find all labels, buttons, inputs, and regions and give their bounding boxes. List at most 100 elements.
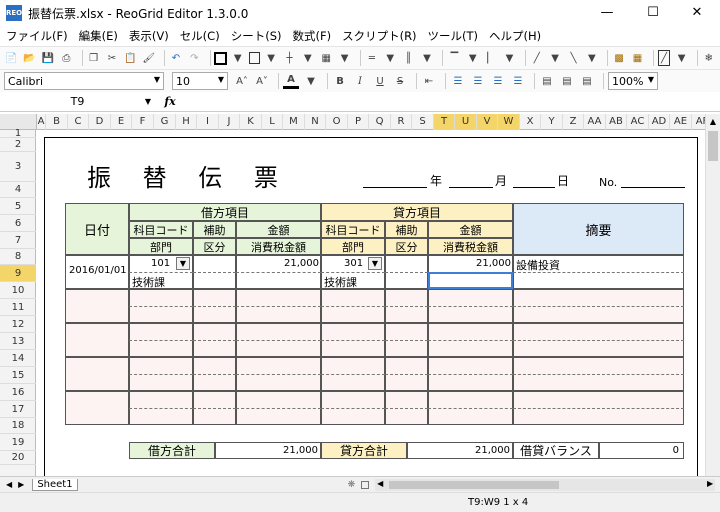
column-header-cell[interactable]: N — [305, 114, 326, 130]
column-header-cell[interactable]: M — [283, 114, 305, 130]
slash-line-icon[interactable]: ╱ — [530, 50, 544, 66]
column-header-cell[interactable]: D — [89, 114, 111, 130]
column-header-cell[interactable]: O — [326, 114, 348, 130]
font-size-select[interactable]: 10 ▼ — [172, 72, 228, 90]
maximize-button[interactable]: ☐ — [630, 0, 676, 26]
dropdown-arrow-icon[interactable]: ▼ — [231, 50, 245, 66]
undo-icon[interactable]: ↶ — [169, 50, 183, 66]
column-header-cell[interactable]: C — [68, 114, 89, 130]
scroll-up-icon[interactable]: ▲ — [706, 114, 720, 129]
column-header-cell[interactable]: Q — [369, 114, 391, 130]
menu-sheet[interactable]: シート(S) — [231, 28, 282, 44]
cut-icon[interactable]: ✂ — [105, 50, 119, 66]
row-header-cell[interactable]: 14 — [0, 350, 36, 367]
border-center-icon[interactable]: ║ — [401, 50, 415, 66]
column-header-cell[interactable]: AB — [606, 114, 627, 130]
column-header-cell[interactable]: AD — [649, 114, 670, 130]
column-header-cell[interactable]: G — [154, 114, 176, 130]
dropdown-arrow-icon[interactable]: ▼ — [176, 257, 190, 270]
minimize-button[interactable]: — — [584, 0, 630, 26]
column-header-cell[interactable]: A — [37, 114, 46, 130]
font-grow-icon[interactable]: A˄ — [234, 73, 250, 89]
dropdown-arrow-icon[interactable]: ▼ — [264, 50, 278, 66]
backslash-line-icon[interactable]: ╲ — [566, 50, 580, 66]
column-header-cell[interactable]: K — [240, 114, 262, 130]
column-header-cell[interactable]: AA — [584, 114, 606, 130]
border-cross-icon[interactable]: ┼ — [282, 50, 296, 66]
zoom-select[interactable]: 100% ▼ — [608, 72, 658, 90]
border-left-icon[interactable]: ▏ — [484, 50, 498, 66]
dropdown-arrow-icon[interactable]: ▼ — [674, 50, 688, 66]
column-header-cell[interactable]: T — [434, 114, 455, 130]
sheet-area[interactable]: 振 替 伝 票 年 月 日 No. 日付 借方項目 貸方項目 摘要 科目コード … — [37, 130, 705, 476]
border-middle-icon[interactable]: ═ — [365, 50, 379, 66]
dropdown-arrow-icon[interactable]: ▼ — [548, 50, 562, 66]
column-header-cell[interactable]: P — [348, 114, 369, 130]
column-header-cell[interactable]: X — [520, 114, 541, 130]
dropdown-arrow-icon[interactable]: ▼ — [383, 50, 397, 66]
row-header-cell[interactable]: 20 — [0, 451, 36, 465]
text-color-icon[interactable]: A — [283, 73, 299, 89]
menu-file[interactable]: ファイル(F) — [6, 28, 68, 44]
voucher-entry-cell[interactable] — [65, 391, 129, 425]
cell-slash-icon[interactable]: ╱ — [657, 50, 671, 66]
sheet-tab[interactable]: Sheet1 — [32, 478, 78, 491]
menu-cell[interactable]: セル(C) — [180, 28, 220, 44]
row-header-cell[interactable]: 15 — [0, 367, 36, 384]
column-header-cell[interactable]: S — [412, 114, 434, 130]
voucher-entry-cell[interactable] — [65, 323, 129, 357]
column-header-cell[interactable]: V — [477, 114, 498, 130]
scroll-left-icon[interactable]: ◀ — [377, 479, 383, 488]
row-header-cell[interactable]: 19 — [0, 434, 36, 451]
dropdown-arrow-icon[interactable]: ▼ — [420, 50, 434, 66]
row-header-cell[interactable]: 6 — [0, 215, 36, 232]
debit-code-value[interactable]: 101 — [151, 258, 170, 269]
column-header-cell[interactable]: Z — [563, 114, 584, 130]
row-header-cell[interactable]: 16 — [0, 384, 36, 401]
function-icon[interactable]: fx — [155, 95, 185, 108]
dropdown-arrow-icon[interactable]: ▼ — [368, 257, 382, 270]
column-header-cell[interactable]: B — [46, 114, 68, 130]
border-top-icon[interactable]: ▔ — [447, 50, 461, 66]
row-header-cell[interactable]: 1 — [0, 129, 36, 139]
column-header-cell[interactable]: L — [262, 114, 283, 130]
dropdown-arrow-icon[interactable]: ▼ — [301, 50, 315, 66]
column-header-cell[interactable]: W — [498, 114, 520, 130]
credit-code-value[interactable]: 301 — [344, 258, 363, 269]
new-file-icon[interactable]: 📄 — [4, 50, 18, 66]
vertical-scrollbar[interactable]: ▲ — [705, 114, 720, 476]
row-header-cell[interactable]: 13 — [0, 333, 36, 350]
scroll-right-icon[interactable]: ▶ — [707, 479, 713, 488]
column-header-cell[interactable]: AE — [670, 114, 692, 130]
dropdown-arrow-icon[interactable]: ▼ — [303, 73, 319, 89]
wrap-text-icon[interactable]: ⇤ — [421, 73, 437, 89]
close-button[interactable]: ✕ — [674, 0, 720, 26]
strikethrough-icon[interactable]: S — [392, 73, 408, 89]
menu-edit[interactable]: 編集(E) — [79, 28, 118, 44]
font-shrink-icon[interactable]: A˅ — [254, 73, 270, 89]
row-header-cell[interactable]: 12 — [0, 316, 36, 333]
valign-middle-icon[interactable]: ▤ — [559, 73, 575, 89]
row-header-cell[interactable]: 9 — [0, 265, 36, 282]
menu-formula[interactable]: 数式(F) — [292, 28, 331, 44]
menu-help[interactable]: ヘルプ(H) — [489, 28, 541, 44]
dropdown-arrow-icon[interactable]: ▼ — [585, 50, 599, 66]
column-header-cell[interactable]: Y — [541, 114, 563, 130]
merge-cells-icon[interactable]: ▩ — [612, 50, 626, 66]
row-header-cell[interactable]: 7 — [0, 232, 36, 249]
dropdown-arrow-icon[interactable]: ▼ — [502, 50, 516, 66]
format-painter-icon[interactable]: 🖌 — [142, 50, 156, 66]
border-thin-icon[interactable] — [248, 52, 260, 64]
unmerge-cells-icon[interactable]: ▦ — [630, 50, 644, 66]
font-name-select[interactable]: Calibri ▼ — [4, 72, 164, 90]
row-header-cell[interactable]: 2 — [0, 138, 36, 152]
sheet-menu-icon[interactable] — [361, 480, 370, 489]
column-header-cell[interactable]: H — [176, 114, 197, 130]
freeze-icon[interactable]: ❄ — [702, 50, 716, 66]
copy-icon[interactable]: ❐ — [86, 50, 100, 66]
voucher-entry-cell[interactable] — [65, 289, 129, 323]
prev-sheet-icon[interactable]: ◀ — [6, 480, 12, 489]
row-header-cell[interactable]: 10 — [0, 282, 36, 299]
redo-icon[interactable]: ↷ — [187, 50, 201, 66]
column-header-cell[interactable]: E — [111, 114, 132, 130]
